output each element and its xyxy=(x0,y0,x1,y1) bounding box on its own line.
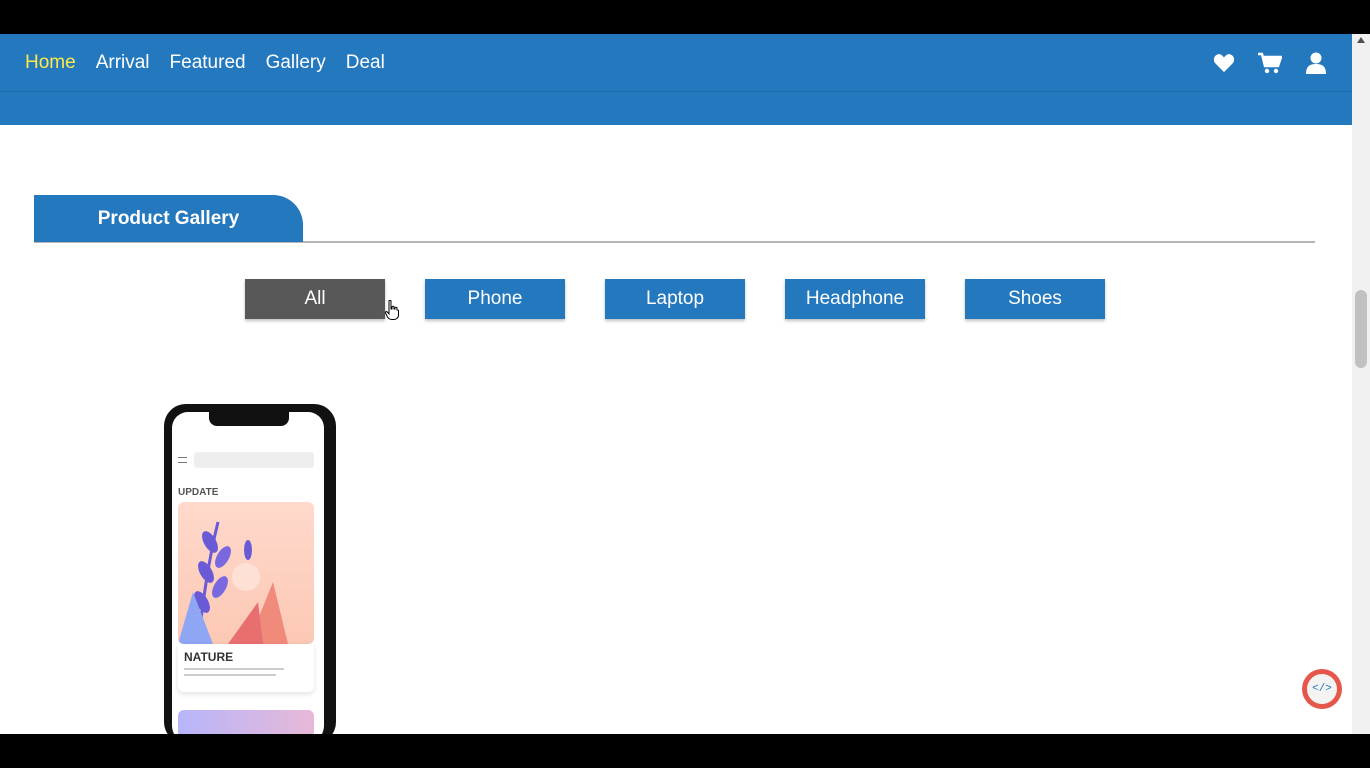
filter-buttons: All Phone Laptop Headphone Shoes xyxy=(245,279,1105,319)
caption-line xyxy=(184,674,276,676)
nav-icons xyxy=(1212,34,1328,92)
nav-subbar xyxy=(0,92,1352,125)
user-icon[interactable] xyxy=(1304,51,1328,75)
heart-icon[interactable] xyxy=(1212,51,1236,75)
phone-screen: UPDATE NATURE xyxy=(172,412,324,734)
nav-link-gallery[interactable]: Gallery xyxy=(266,52,326,74)
phone-screen-title: UPDATE xyxy=(178,487,219,498)
filter-laptop-button[interactable]: Laptop xyxy=(605,279,745,319)
phone-notch xyxy=(209,412,289,426)
section-title: Product Gallery xyxy=(34,195,303,242)
vertical-scrollbar[interactable] xyxy=(1352,34,1370,734)
section-header: Product Gallery xyxy=(34,195,1315,243)
nav-links: Home Arrival Featured Gallery Deal xyxy=(25,34,385,92)
nav-link-arrival[interactable]: Arrival xyxy=(96,52,150,74)
nav-link-deal[interactable]: Deal xyxy=(346,52,385,74)
phone-caption: NATURE xyxy=(184,650,234,664)
filter-headphone-button[interactable]: Headphone xyxy=(785,279,925,319)
filter-phone-button[interactable]: Phone xyxy=(425,279,565,319)
product-card-phone[interactable]: UPDATE NATURE xyxy=(160,400,340,734)
letterbox-bottom xyxy=(0,734,1370,768)
phone-image: UPDATE NATURE xyxy=(164,404,336,734)
top-navbar: Home Arrival Featured Gallery Deal xyxy=(0,34,1352,92)
filter-all-button[interactable]: All xyxy=(245,279,385,319)
cart-icon[interactable] xyxy=(1258,51,1282,75)
letterbox-top xyxy=(0,0,1370,34)
nav-link-featured[interactable]: Featured xyxy=(170,52,246,74)
caption-line xyxy=(184,668,284,670)
phone-search-bar xyxy=(194,452,314,468)
scrollbar-thumb[interactable] xyxy=(1355,290,1367,368)
scroll-up-arrow-icon[interactable] xyxy=(1357,37,1365,43)
filter-shoes-button[interactable]: Shoes xyxy=(965,279,1105,319)
code-icon: </> xyxy=(1307,674,1337,704)
phone-next-card xyxy=(178,710,314,734)
hand-cursor-icon xyxy=(384,299,399,325)
code-badge[interactable]: </> xyxy=(1302,669,1342,709)
nature-illustration xyxy=(178,502,314,644)
nav-link-home[interactable]: Home xyxy=(25,52,76,74)
phone-caption-box: NATURE xyxy=(178,644,314,692)
browser-viewport: Home Arrival Featured Gallery Deal Produ… xyxy=(0,34,1352,734)
menu-icon xyxy=(178,457,187,463)
